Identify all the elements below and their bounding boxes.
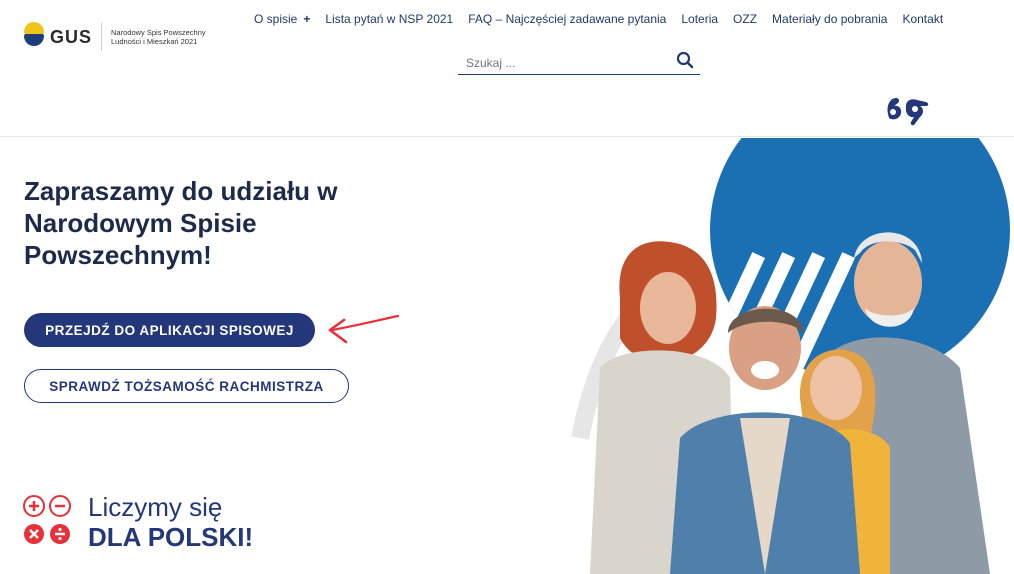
family-photo [571, 138, 1010, 574]
logo-name: GUS [50, 26, 93, 47]
search-icon[interactable] [676, 51, 694, 69]
plus-icon: + [303, 12, 311, 26]
logo-subtitle-line1: Narodowy Spis Powszechny [111, 28, 206, 37]
go-to-census-app-button[interactable]: PRZEJDŹ DO APLIKACJI SPISOWEJ [24, 313, 315, 347]
nav-item-ozz[interactable]: OZZ [733, 12, 757, 26]
hero-title: Zapraszamy do udziału w Narodowym Spisie… [24, 176, 338, 270]
main-nav: O spisie + Lista pytań w NSP 2021 FAQ – N… [254, 12, 958, 26]
logo-subtitle: Narodowy Spis Powszechny Ludności i Mies… [111, 28, 206, 46]
nav-item-lista-pytan[interactable]: Lista pytań w NSP 2021 [325, 12, 453, 26]
sign-language-icon[interactable] [884, 92, 932, 126]
verify-enumerator-button[interactable]: SPRAWDŹ TOŻSAMOŚĆ RACHMISTRZA [24, 369, 349, 403]
campaign-line1: Liczymy się [88, 492, 223, 522]
campaign-line2: DLA POLSKI! [88, 522, 254, 552]
nav-item-o-spisie[interactable]: O spisie + [254, 12, 310, 26]
nav-item-label: O spisie [254, 12, 298, 26]
nav-item-faq[interactable]: FAQ – Najczęściej zadawane pytania [468, 12, 666, 26]
nav-item-kontakt[interactable]: Kontakt [902, 12, 943, 26]
math-operators-icon [23, 495, 71, 544]
search-bar [458, 48, 700, 75]
gus-logo-mark [24, 22, 46, 52]
logo-subtitle-line2: Ludności i Mieszkań 2021 [111, 37, 198, 46]
pointer-arrow-icon [328, 314, 400, 344]
search-input[interactable] [464, 55, 668, 71]
gus-logo[interactable]: GUS Narodowy Spis Powszechny Ludności i … [24, 22, 206, 52]
nav-item-loteria[interactable]: Loteria [681, 12, 718, 26]
logo-divider [101, 23, 103, 51]
site-header: GUS Narodowy Spis Powszechny Ludności i … [0, 0, 1014, 137]
nav-item-materialy[interactable]: Materiały do pobrania [772, 12, 887, 26]
